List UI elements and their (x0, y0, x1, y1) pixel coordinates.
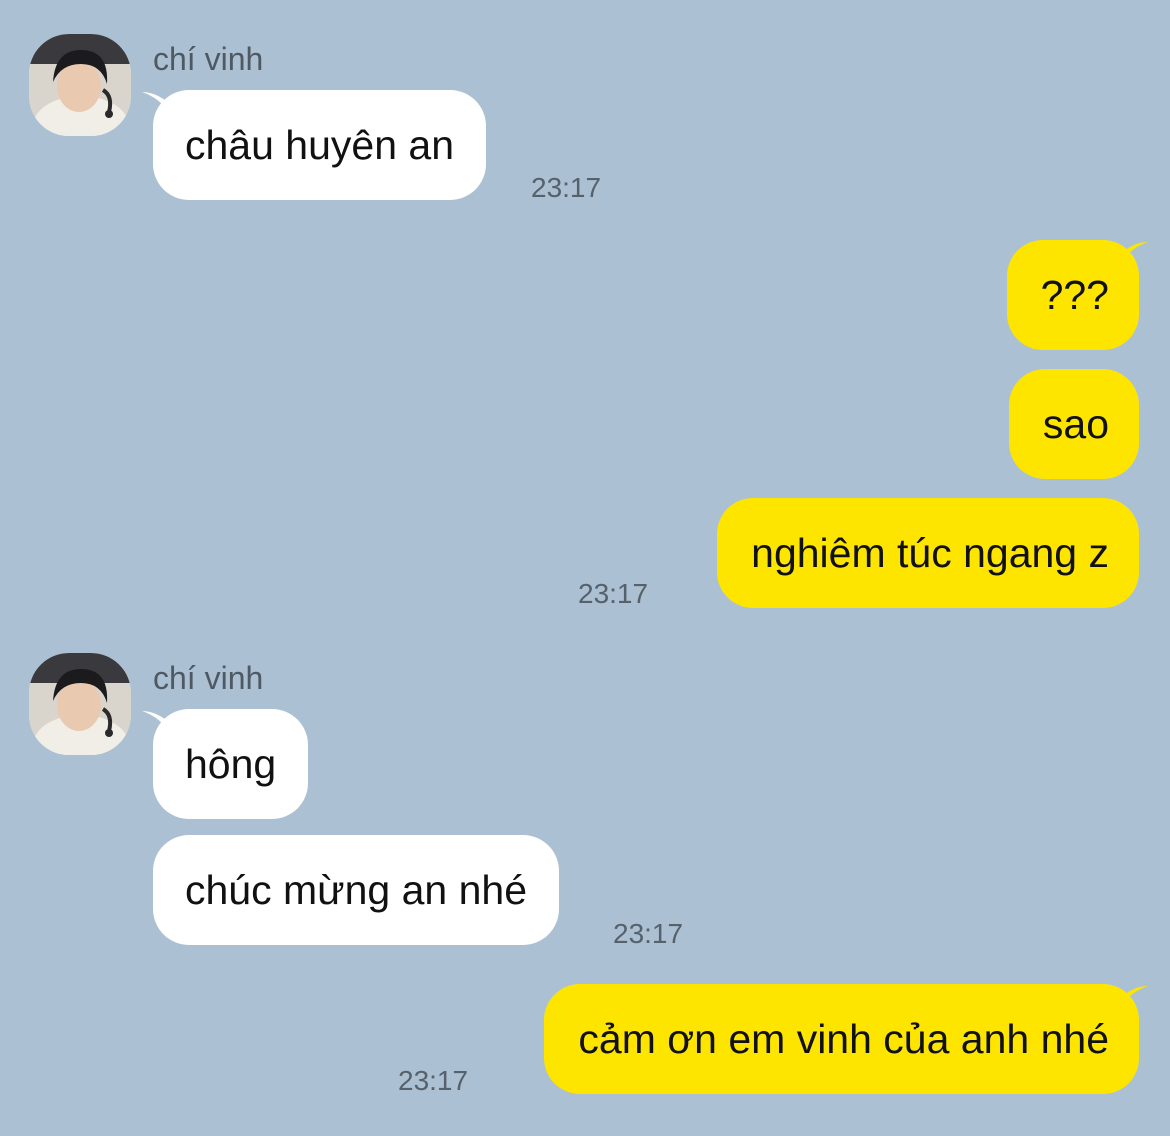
message-text: ??? (1040, 272, 1109, 318)
message-text: sao (1042, 401, 1109, 447)
message-bubble[interactable]: nghiêm túc ngang z (717, 498, 1139, 608)
message-time: 23:17 (613, 918, 684, 949)
avatar-photo-icon (29, 653, 131, 755)
message-bubble[interactable]: sao (1008, 369, 1139, 479)
message-bubble[interactable]: hông (153, 709, 309, 819)
message-text: cảm ơn em vinh của anh nhé (578, 1016, 1109, 1062)
message-bubble[interactable]: ??? (1006, 240, 1139, 350)
message-time: 23:17 (398, 1065, 469, 1096)
message-text: nghiêm túc ngang z (751, 530, 1109, 576)
message-text: hông (185, 741, 277, 787)
message-bubble[interactable]: chúc mừng an nhé (153, 835, 559, 945)
message-text: chúc mừng an nhé (185, 867, 527, 913)
message-bubble[interactable]: cảm ơn em vinh của anh nhé (544, 984, 1139, 1094)
message-time: 23:17 (531, 172, 602, 203)
sender-avatar[interactable] (29, 34, 131, 136)
chat-view[interactable]: chí vinh châu huyên an 23:17 ??? sao ngh… (0, 0, 1170, 1136)
message-time: 23:17 (578, 578, 649, 609)
sender-name: chí vinh (153, 41, 264, 77)
message-text: châu huyên an (185, 122, 455, 168)
message-bubble[interactable]: châu huyên an (153, 90, 487, 200)
avatar-photo-icon (29, 34, 131, 136)
sender-name: chí vinh (153, 660, 264, 696)
sender-avatar[interactable] (29, 653, 131, 755)
